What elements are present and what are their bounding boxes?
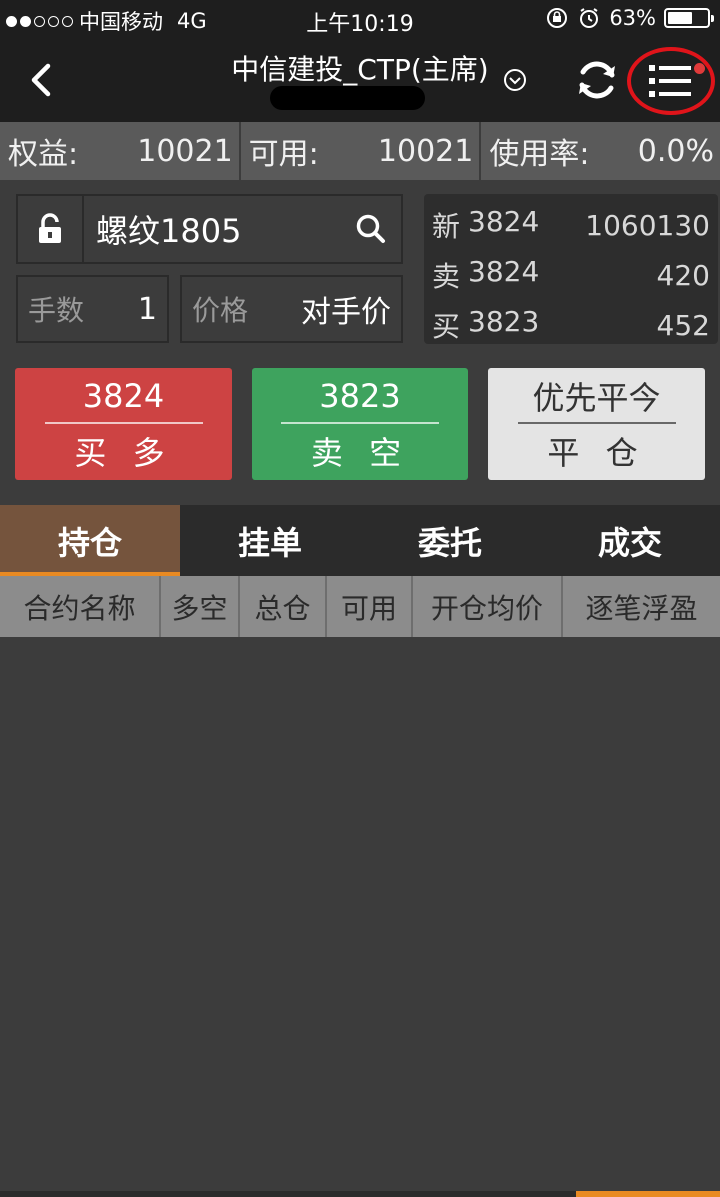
rotation-lock-icon: [547, 8, 568, 28]
battery-percent: 63%: [609, 6, 656, 30]
quote-label: 卖: [432, 260, 461, 293]
button-divider: [517, 422, 676, 424]
usage-label: 使用率:: [489, 137, 590, 172]
tab-bar: 持仓 挂单 委托 成交: [0, 505, 720, 576]
quote-volume: 452: [656, 308, 710, 342]
quote-label: 新: [432, 210, 461, 243]
nav-bar: 中信建投_CTP(主席): [0, 38, 720, 122]
column-header[interactable]: 逐笔浮盈: [563, 576, 720, 637]
quote-price: 3824: [468, 205, 540, 238]
unlock-icon: [39, 213, 61, 243]
symbol-selector[interactable]: 螺纹1805: [16, 194, 403, 264]
search-button[interactable]: [341, 196, 401, 262]
quote-label: 买: [432, 310, 461, 343]
equity-cell: 权益: 10021: [0, 122, 241, 180]
column-header[interactable]: 可用: [327, 576, 413, 637]
quote-row-bid: 买 3823 452: [432, 300, 710, 350]
close-position-button[interactable]: 优先平今 平 仓: [488, 368, 705, 480]
tab-positions[interactable]: 持仓: [0, 505, 180, 576]
close-label: 平 仓: [547, 434, 646, 472]
available-label: 可用:: [248, 137, 319, 172]
price-field[interactable]: 价格 对手价: [180, 275, 403, 343]
available-value: 10021: [377, 133, 474, 169]
list-menu-icon: [649, 65, 691, 97]
lock-toggle[interactable]: [18, 196, 84, 262]
bottom-tab-indicator: [576, 1191, 720, 1197]
quote-volume: 420: [656, 258, 710, 292]
quote-panel: 新 3824 1060130 卖 3824 420 买 3823 452: [424, 194, 718, 344]
quote-row-ask: 卖 3824 420: [432, 250, 710, 300]
sell-short-button[interactable]: 3823 卖 空: [252, 368, 468, 480]
column-header[interactable]: 合约名称: [0, 576, 161, 637]
usage-value: 0.0%: [637, 133, 715, 169]
positions-table-body[interactable]: [0, 637, 720, 1191]
tab-orders[interactable]: 委托: [360, 505, 540, 576]
sell-price: 3823: [319, 377, 401, 415]
redacted-account: [270, 86, 425, 110]
symbol-input[interactable]: 螺纹1805: [84, 196, 341, 262]
usage-cell: 使用率: 0.0%: [481, 122, 720, 180]
account-summary: 权益: 10021 可用: 10021 使用率: 0.0%: [0, 122, 720, 180]
button-divider: [281, 422, 439, 424]
column-header[interactable]: 总仓: [240, 576, 327, 637]
buy-price: 3824: [82, 377, 165, 415]
menu-button[interactable]: [627, 47, 715, 115]
refresh-icon[interactable]: [574, 57, 620, 103]
column-header[interactable]: 开仓均价: [413, 576, 563, 637]
chevron-down-icon[interactable]: [503, 68, 527, 92]
close-mode: 优先平今: [532, 379, 661, 417]
quote-volume: 1060130: [585, 208, 710, 242]
quantity-field[interactable]: 手数 1: [16, 275, 169, 343]
alarm-icon: [580, 8, 599, 28]
status-bar: 中国移动 4G 上午10:19 63%: [0, 0, 720, 38]
quote-price: 3824: [468, 255, 540, 288]
quote-price: 3823: [468, 305, 540, 338]
price-input[interactable]: 对手价: [301, 287, 391, 331]
buy-label: 买 多: [74, 434, 173, 472]
status-right: 63%: [545, 6, 714, 30]
positions-table-header: 合约名称 多空 总仓 可用 开仓均价 逐笔浮盈: [0, 576, 720, 637]
available-cell: 可用: 10021: [241, 122, 482, 180]
battery-icon: [664, 8, 714, 28]
quantity-label: 手数: [28, 294, 85, 327]
tab-trades[interactable]: 成交: [540, 505, 720, 576]
buy-long-button[interactable]: 3824 买 多: [15, 368, 232, 480]
bottom-tab-strip: [0, 1191, 720, 1197]
notification-badge: [694, 63, 705, 74]
quote-row-last: 新 3824 1060130: [432, 200, 710, 250]
equity-label: 权益:: [8, 137, 79, 172]
quantity-input[interactable]: 1: [138, 292, 157, 327]
tab-pending[interactable]: 挂单: [180, 505, 360, 576]
price-label: 价格: [192, 294, 249, 327]
search-icon: [356, 214, 385, 243]
button-divider: [44, 422, 203, 424]
sell-label: 卖 空: [310, 434, 410, 472]
column-header[interactable]: 多空: [161, 576, 240, 637]
equity-value: 10021: [137, 133, 233, 169]
